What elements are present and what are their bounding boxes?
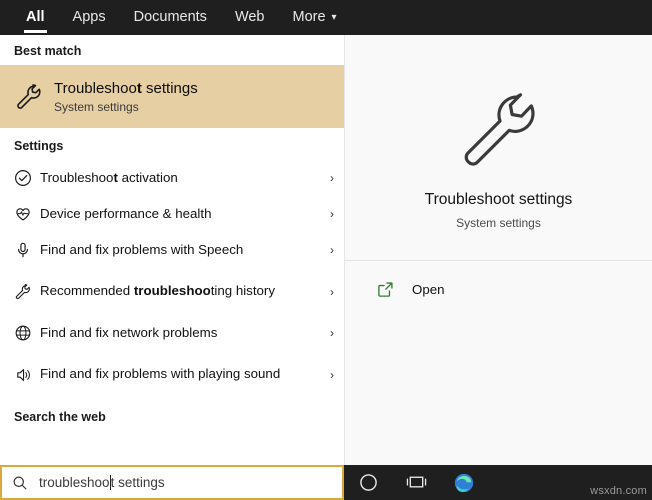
preview-title: Troubleshoot settings (424, 191, 573, 208)
open-action[interactable]: Open (345, 273, 652, 305)
search-icon (12, 475, 28, 491)
search-web-header: Search the web (14, 410, 106, 424)
search-flyout: All Apps Documents Web More ▾ Best match (0, 0, 652, 500)
tab-all-label: All (26, 9, 45, 25)
wrench-small-icon (14, 283, 40, 301)
preview-subtitle: System settings (456, 216, 541, 230)
chevron-down-icon: ▾ (331, 12, 337, 23)
result-item-device-performance-health[interactable]: Device performance & health › (0, 196, 344, 232)
task-view-icon[interactable] (392, 465, 440, 500)
watermark: wsxdn.com (590, 485, 647, 497)
result-item-label: Find and fix problems with Speech (40, 241, 244, 257)
chevron-right-icon[interactable]: › (320, 207, 334, 221)
microphone-icon (14, 241, 40, 259)
tab-more[interactable]: More ▾ (279, 0, 351, 35)
tab-apps[interactable]: Apps (59, 0, 120, 35)
result-item-recommended-troubleshooting-history[interactable]: Recommended troubleshooting history › (0, 268, 344, 315)
search-tabbar: All Apps Documents Web More ▾ (0, 0, 652, 35)
tab-documents[interactable]: Documents (120, 0, 221, 35)
wrench-icon (14, 82, 54, 112)
taskbar: troubleshoot settings wsxdn.com (0, 465, 652, 500)
preview-divider (345, 260, 652, 261)
result-item-audio-troubleshooter[interactable]: Find and fix problems with playing sound… (0, 351, 344, 398)
settings-header: Settings (14, 139, 64, 153)
speaker-icon (14, 366, 40, 384)
chevron-right-icon[interactable]: › (320, 368, 334, 382)
result-item-label: Find and fix problems with playing sound (40, 366, 281, 382)
result-item-label: Recommended troubleshooting history (40, 283, 275, 299)
result-item-speech-troubleshooter[interactable]: Find and fix problems with Speech › (0, 232, 344, 268)
search-input-text: troubleshoot settings (39, 475, 165, 490)
tab-web-label: Web (234, 9, 265, 25)
check-circle-icon (14, 169, 40, 187)
best-match-header: Best match (14, 44, 82, 58)
chevron-right-icon[interactable]: › (320, 171, 334, 185)
preview-pane: Troubleshoot settings System settings Op… (345, 35, 652, 465)
best-match-subtitle: System settings (54, 99, 139, 114)
tab-all[interactable]: All (12, 0, 59, 35)
best-match-title: Troubleshoot settings (54, 79, 198, 97)
result-item-label: Device performance & health (40, 205, 212, 221)
tab-web[interactable]: Web (221, 0, 279, 35)
chevron-right-icon[interactable]: › (320, 285, 334, 299)
wrench-icon-large (454, 87, 544, 173)
tab-documents-label: Documents (133, 9, 207, 25)
open-action-label: Open (412, 281, 445, 297)
result-item-label: Find and fix network problems (40, 324, 218, 340)
results-pane: Best match Troubleshoot settings System … (0, 35, 345, 465)
chevron-right-icon[interactable]: › (320, 243, 334, 257)
edge-browser-icon[interactable] (440, 465, 488, 500)
search-input[interactable]: troubleshoot settings (0, 465, 344, 500)
globe-icon (14, 324, 40, 342)
search-content: Best match Troubleshoot settings System … (0, 35, 652, 465)
result-item-troubleshoot-activation[interactable]: Troubleshoot activation › (0, 160, 344, 196)
result-item-network-troubleshooter[interactable]: Find and fix network problems › (0, 315, 344, 351)
heart-monitor-icon (14, 205, 40, 223)
open-external-icon (377, 281, 394, 298)
cortana-circle-icon[interactable] (344, 465, 392, 500)
tab-more-label: More (292, 9, 326, 25)
result-item-label: Troubleshoot activation (40, 169, 178, 185)
chevron-right-icon[interactable]: › (320, 326, 334, 340)
best-match-result[interactable]: Troubleshoot settings System settings (0, 65, 344, 128)
tab-apps-label: Apps (72, 9, 106, 25)
